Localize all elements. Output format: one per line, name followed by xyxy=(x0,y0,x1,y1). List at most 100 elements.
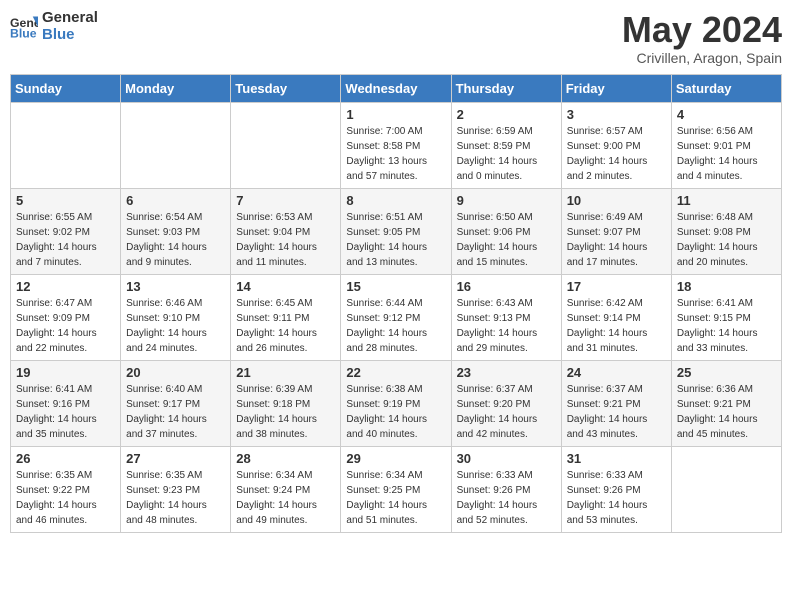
day-number: 6 xyxy=(126,193,225,208)
calendar-week-row: 12 Sunrise: 6:47 AM Sunset: 9:09 PM Dayli… xyxy=(11,274,782,360)
day-info: Sunrise: 6:37 AM Sunset: 9:20 PM Dayligh… xyxy=(457,382,556,442)
calendar-cell: 2 Sunrise: 6:59 AM Sunset: 8:59 PM Daylig… xyxy=(451,102,561,188)
calendar-cell: 11 Sunrise: 6:48 AM Sunset: 9:08 PM Dayli… xyxy=(671,188,781,274)
day-info: Sunrise: 6:50 AM Sunset: 9:06 PM Dayligh… xyxy=(457,210,556,270)
calendar-cell: 24Sunrise: 6:37 AM Sunset: 9:21 PM Dayli… xyxy=(561,360,671,446)
col-header-thursday: Thursday xyxy=(451,74,561,102)
day-number: 29 xyxy=(346,451,445,466)
day-number: 24 xyxy=(567,365,666,380)
col-header-monday: Monday xyxy=(121,74,231,102)
day-info: Sunrise: 6:36 AM Sunset: 9:21 PM Dayligh… xyxy=(677,382,776,442)
calendar-cell: 22Sunrise: 6:38 AM Sunset: 9:19 PM Dayli… xyxy=(341,360,451,446)
calendar-header-row: SundayMondayTuesdayWednesdayThursdayFrid… xyxy=(11,74,782,102)
calendar-cell xyxy=(11,102,121,188)
day-info: Sunrise: 6:41 AM Sunset: 9:16 PM Dayligh… xyxy=(16,382,115,442)
logo-blue-text: Blue xyxy=(42,27,98,44)
calendar-cell: 21Sunrise: 6:39 AM Sunset: 9:18 PM Dayli… xyxy=(231,360,341,446)
calendar-cell: 15 Sunrise: 6:44 AM Sunset: 9:12 PM Dayli… xyxy=(341,274,451,360)
day-number: 18 xyxy=(677,279,776,294)
day-number: 8 xyxy=(346,193,445,208)
calendar-cell xyxy=(671,446,781,532)
day-number: 25 xyxy=(677,365,776,380)
day-number: 17 xyxy=(567,279,666,294)
day-number: 12 xyxy=(16,279,115,294)
day-number: 10 xyxy=(567,193,666,208)
calendar-cell: 18 Sunrise: 6:41 AM Sunset: 9:15 PM Dayli… xyxy=(671,274,781,360)
calendar-cell: 23Sunrise: 6:37 AM Sunset: 9:20 PM Dayli… xyxy=(451,360,561,446)
calendar-cell: 4 Sunrise: 6:56 AM Sunset: 9:01 PM Daylig… xyxy=(671,102,781,188)
calendar-week-row: 26Sunrise: 6:35 AM Sunset: 9:22 PM Dayli… xyxy=(11,446,782,532)
day-number: 5 xyxy=(16,193,115,208)
day-info: Sunrise: 6:34 AM Sunset: 9:25 PM Dayligh… xyxy=(346,468,445,528)
calendar-cell: 17 Sunrise: 6:42 AM Sunset: 9:14 PM Dayli… xyxy=(561,274,671,360)
day-number: 2 xyxy=(457,107,556,122)
logo: General Blue General Blue xyxy=(10,10,98,43)
calendar-week-row: 5Sunrise: 6:55 AM Sunset: 9:02 PM Daylig… xyxy=(11,188,782,274)
day-number: 22 xyxy=(346,365,445,380)
col-header-saturday: Saturday xyxy=(671,74,781,102)
calendar-cell: 3 Sunrise: 6:57 AM Sunset: 9:00 PM Daylig… xyxy=(561,102,671,188)
calendar-cell: 9 Sunrise: 6:50 AM Sunset: 9:06 PM Daylig… xyxy=(451,188,561,274)
calendar-week-row: 19 Sunrise: 6:41 AM Sunset: 9:16 PM Dayli… xyxy=(11,360,782,446)
day-info: Sunrise: 6:57 AM Sunset: 9:00 PM Dayligh… xyxy=(567,124,666,184)
location-text: Crivillen, Aragon, Spain xyxy=(622,50,782,66)
calendar-cell: 8 Sunrise: 6:51 AM Sunset: 9:05 PM Daylig… xyxy=(341,188,451,274)
day-number: 11 xyxy=(677,193,776,208)
calendar-cell: 16Sunrise: 6:43 AM Sunset: 9:13 PM Dayli… xyxy=(451,274,561,360)
col-header-friday: Friday xyxy=(561,74,671,102)
calendar-cell xyxy=(231,102,341,188)
day-number: 9 xyxy=(457,193,556,208)
day-info: Sunrise: 6:34 AM Sunset: 9:24 PM Dayligh… xyxy=(236,468,335,528)
col-header-tuesday: Tuesday xyxy=(231,74,341,102)
day-number: 15 xyxy=(346,279,445,294)
day-number: 14 xyxy=(236,279,335,294)
day-info: Sunrise: 6:47 AM Sunset: 9:09 PM Dayligh… xyxy=(16,296,115,356)
day-info: Sunrise: 6:44 AM Sunset: 9:12 PM Dayligh… xyxy=(346,296,445,356)
day-info: Sunrise: 6:35 AM Sunset: 9:22 PM Dayligh… xyxy=(16,468,115,528)
month-title: May 2024 xyxy=(622,10,782,50)
day-info: Sunrise: 6:46 AM Sunset: 9:10 PM Dayligh… xyxy=(126,296,225,356)
day-info: Sunrise: 6:59 AM Sunset: 8:59 PM Dayligh… xyxy=(457,124,556,184)
day-info: Sunrise: 7:00 AM Sunset: 8:58 PM Dayligh… xyxy=(346,124,445,184)
day-number: 1 xyxy=(346,107,445,122)
day-info: Sunrise: 6:51 AM Sunset: 9:05 PM Dayligh… xyxy=(346,210,445,270)
day-number: 4 xyxy=(677,107,776,122)
day-number: 7 xyxy=(236,193,335,208)
calendar-cell: 29 Sunrise: 6:34 AM Sunset: 9:25 PM Dayli… xyxy=(341,446,451,532)
day-info: Sunrise: 6:49 AM Sunset: 9:07 PM Dayligh… xyxy=(567,210,666,270)
day-info: Sunrise: 6:43 AM Sunset: 9:13 PM Dayligh… xyxy=(457,296,556,356)
calendar-table: SundayMondayTuesdayWednesdayThursdayFrid… xyxy=(10,74,782,533)
day-info: Sunrise: 6:33 AM Sunset: 9:26 PM Dayligh… xyxy=(457,468,556,528)
day-number: 30 xyxy=(457,451,556,466)
calendar-cell: 27 Sunrise: 6:35 AM Sunset: 9:23 PM Dayli… xyxy=(121,446,231,532)
day-info: Sunrise: 6:48 AM Sunset: 9:08 PM Dayligh… xyxy=(677,210,776,270)
calendar-cell: 7 Sunrise: 6:53 AM Sunset: 9:04 PM Daylig… xyxy=(231,188,341,274)
calendar-cell: 20 Sunrise: 6:40 AM Sunset: 9:17 PM Dayli… xyxy=(121,360,231,446)
page-header: General Blue General Blue May 2024 Crivi… xyxy=(10,10,782,66)
day-number: 31 xyxy=(567,451,666,466)
day-info: Sunrise: 6:42 AM Sunset: 9:14 PM Dayligh… xyxy=(567,296,666,356)
day-info: Sunrise: 6:35 AM Sunset: 9:23 PM Dayligh… xyxy=(126,468,225,528)
calendar-cell: 31 Sunrise: 6:33 AM Sunset: 9:26 PM Dayli… xyxy=(561,446,671,532)
day-info: Sunrise: 6:40 AM Sunset: 9:17 PM Dayligh… xyxy=(126,382,225,442)
calendar-cell: 25 Sunrise: 6:36 AM Sunset: 9:21 PM Dayli… xyxy=(671,360,781,446)
day-info: Sunrise: 6:45 AM Sunset: 9:11 PM Dayligh… xyxy=(236,296,335,356)
calendar-cell: 30 Sunrise: 6:33 AM Sunset: 9:26 PM Dayli… xyxy=(451,446,561,532)
day-info: Sunrise: 6:33 AM Sunset: 9:26 PM Dayligh… xyxy=(567,468,666,528)
logo-icon: General Blue xyxy=(10,13,38,41)
calendar-cell: 19 Sunrise: 6:41 AM Sunset: 9:16 PM Dayli… xyxy=(11,360,121,446)
calendar-cell: 28 Sunrise: 6:34 AM Sunset: 9:24 PM Dayli… xyxy=(231,446,341,532)
day-number: 28 xyxy=(236,451,335,466)
day-number: 20 xyxy=(126,365,225,380)
day-number: 3 xyxy=(567,107,666,122)
day-info: Sunrise: 6:54 AM Sunset: 9:03 PM Dayligh… xyxy=(126,210,225,270)
calendar-cell: 10 Sunrise: 6:49 AM Sunset: 9:07 PM Dayli… xyxy=(561,188,671,274)
day-info: Sunrise: 6:41 AM Sunset: 9:15 PM Dayligh… xyxy=(677,296,776,356)
day-info: Sunrise: 6:53 AM Sunset: 9:04 PM Dayligh… xyxy=(236,210,335,270)
calendar-cell: 1 Sunrise: 7:00 AM Sunset: 8:58 PM Daylig… xyxy=(341,102,451,188)
svg-text:Blue: Blue xyxy=(10,26,37,40)
day-number: 19 xyxy=(16,365,115,380)
day-number: 27 xyxy=(126,451,225,466)
day-info: Sunrise: 6:56 AM Sunset: 9:01 PM Dayligh… xyxy=(677,124,776,184)
calendar-week-row: 1 Sunrise: 7:00 AM Sunset: 8:58 PM Daylig… xyxy=(11,102,782,188)
